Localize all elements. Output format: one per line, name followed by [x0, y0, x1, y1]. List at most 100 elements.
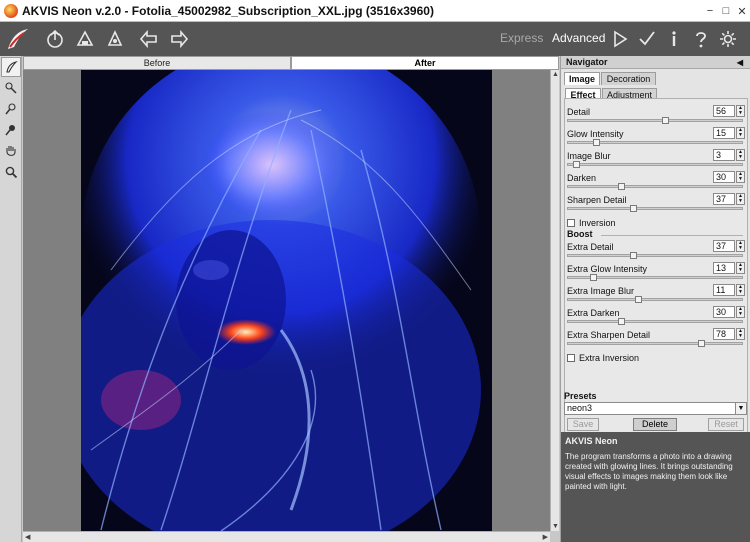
open-image-icon[interactable]: [40, 24, 70, 54]
tab-decoration[interactable]: Decoration: [601, 72, 656, 85]
history-brush-icon[interactable]: [1, 99, 21, 119]
scroll-right-icon[interactable]: ▶: [543, 533, 548, 541]
param-value-field[interactable]: 37: [713, 193, 735, 205]
scroll-up-icon[interactable]: ▲: [552, 71, 559, 78]
spin-arrows-icon[interactable]: ▲ ▼: [736, 149, 745, 161]
slider-thumb[interactable]: [635, 296, 642, 303]
neon-brush-tool-icon[interactable]: [1, 57, 21, 77]
tab-image[interactable]: Image: [564, 72, 600, 85]
spin-arrows-icon[interactable]: ▲ ▼: [736, 284, 745, 296]
inversion-checkbox[interactable]: Inversion: [567, 217, 737, 229]
settings-panel: Navigator ◀ Image Decoration Effect Adju…: [560, 56, 750, 542]
zoom-tool-icon[interactable]: [1, 162, 21, 182]
navigator-header[interactable]: Navigator ◀: [561, 56, 750, 69]
hand-tool-icon[interactable]: [1, 141, 21, 161]
horizontal-scrollbar[interactable]: ◀ ▶: [23, 531, 550, 542]
slider-thumb[interactable]: [698, 340, 705, 347]
info-icon[interactable]: [660, 24, 687, 54]
tab-after[interactable]: After: [291, 56, 559, 70]
spin-arrows-icon[interactable]: ▲ ▼: [736, 105, 745, 117]
param-value-field[interactable]: 15: [713, 127, 735, 139]
eraser-tool-icon[interactable]: [1, 120, 21, 140]
param-label: Sharpen Detail: [567, 195, 627, 205]
boost-label: Boost: [567, 229, 593, 239]
app-window: AKVIS Neon v.2.0 - Fotolia_45002982_Subs…: [0, 0, 750, 542]
close-button[interactable]: ✕: [734, 0, 750, 22]
param-glow-intensity: Glow Intensity 15 ▲ ▼: [567, 127, 745, 149]
checkbox-box[interactable]: [567, 354, 575, 362]
brush-tool-icon[interactable]: [1, 78, 21, 98]
slider-thumb[interactable]: [630, 205, 637, 212]
param-slider[interactable]: [567, 117, 743, 124]
spin-arrows-icon[interactable]: ▲ ▼: [736, 127, 745, 139]
param-slider[interactable]: [567, 183, 743, 190]
app-logo-icon: [4, 3, 18, 18]
spin-arrows-icon[interactable]: ▲ ▼: [736, 193, 745, 205]
save-preset-button[interactable]: Save: [567, 418, 599, 431]
spin-arrows-icon[interactable]: ▲ ▼: [736, 171, 745, 183]
spin-arrows-icon[interactable]: ▲ ▼: [736, 328, 745, 340]
run-icon[interactable]: [606, 24, 633, 54]
apply-check-icon[interactable]: [633, 24, 660, 54]
help-panel: AKVIS Neon The program transforms a phot…: [561, 432, 750, 542]
param-slider[interactable]: [567, 205, 743, 212]
navigator-title: Navigator: [566, 57, 608, 67]
spin-arrows-icon[interactable]: ▲ ▼: [736, 240, 745, 252]
effect-parameters: Detail 56 ▲ ▼ Glow Intensity 15 ▲ ▼ Image …: [564, 98, 748, 438]
save-image-icon[interactable]: [70, 24, 100, 54]
param-slider[interactable]: [567, 274, 743, 281]
akvis-logo-icon: [2, 23, 34, 55]
checkbox-label: Extra Inversion: [579, 353, 640, 363]
param-slider[interactable]: [567, 161, 743, 168]
undo-arrow-icon[interactable]: [134, 24, 164, 54]
param-value-field[interactable]: 11: [713, 284, 735, 296]
scroll-left-icon[interactable]: ◀: [25, 533, 30, 541]
param-value-field[interactable]: 3: [713, 149, 735, 161]
param-label: Extra Sharpen Detail: [567, 330, 651, 340]
tab-before[interactable]: Before: [23, 56, 291, 70]
print-icon[interactable]: [100, 24, 130, 54]
param-value-field[interactable]: 78: [713, 328, 735, 340]
minimize-button[interactable]: −: [702, 0, 718, 22]
scroll-down-icon[interactable]: ▼: [552, 523, 559, 530]
slider-thumb[interactable]: [618, 318, 625, 325]
maximize-button[interactable]: □: [718, 0, 734, 22]
param-value-field[interactable]: 30: [713, 171, 735, 183]
slider-thumb[interactable]: [618, 183, 625, 190]
slider-thumb[interactable]: [573, 161, 580, 168]
slider-thumb[interactable]: [590, 274, 597, 281]
redo-arrow-icon[interactable]: [164, 24, 194, 54]
help-icon[interactable]: [687, 24, 714, 54]
settings-gear-icon[interactable]: [714, 24, 741, 54]
vertical-scrollbar[interactable]: ▲ ▼: [550, 70, 559, 531]
param-extra-glow-intensity: Extra Glow Intensity 13 ▲ ▼: [567, 262, 745, 284]
param-value-field[interactable]: 37: [713, 240, 735, 252]
param-value-field[interactable]: 56: [713, 105, 735, 117]
delete-preset-button[interactable]: Delete: [633, 418, 677, 431]
spin-arrows-icon[interactable]: ▲ ▼: [736, 262, 745, 274]
image-canvas[interactable]: [23, 70, 550, 531]
express-mode-button[interactable]: Express: [500, 31, 543, 45]
param-value-field[interactable]: 30: [713, 306, 735, 318]
param-extra-sharpen-detail: Extra Sharpen Detail 78 ▲ ▼: [567, 328, 745, 350]
param-label: Darken: [567, 173, 597, 183]
param-slider[interactable]: [567, 296, 743, 303]
spin-arrows-icon[interactable]: ▲ ▼: [736, 306, 745, 318]
param-label: Extra Detail: [567, 242, 614, 252]
extra-inversion-checkbox[interactable]: Extra Inversion: [567, 352, 737, 364]
presets-dropdown[interactable]: neon3 ▼: [564, 402, 747, 415]
chevron-down-icon[interactable]: ▼: [735, 403, 746, 414]
slider-thumb[interactable]: [630, 252, 637, 259]
reset-preset-button[interactable]: Reset: [708, 418, 744, 431]
advanced-mode-button[interactable]: Advanced: [552, 31, 605, 45]
param-slider[interactable]: [567, 318, 743, 325]
toolbar-right-group: [606, 24, 741, 54]
checkbox-box[interactable]: [567, 219, 575, 227]
param-slider[interactable]: [567, 139, 743, 146]
param-slider[interactable]: [567, 340, 743, 347]
slider-thumb[interactable]: [662, 117, 669, 124]
collapse-arrow-icon[interactable]: ◀: [737, 56, 743, 69]
param-value-field[interactable]: 13: [713, 262, 735, 274]
param-slider[interactable]: [567, 252, 743, 259]
slider-thumb[interactable]: [593, 139, 600, 146]
